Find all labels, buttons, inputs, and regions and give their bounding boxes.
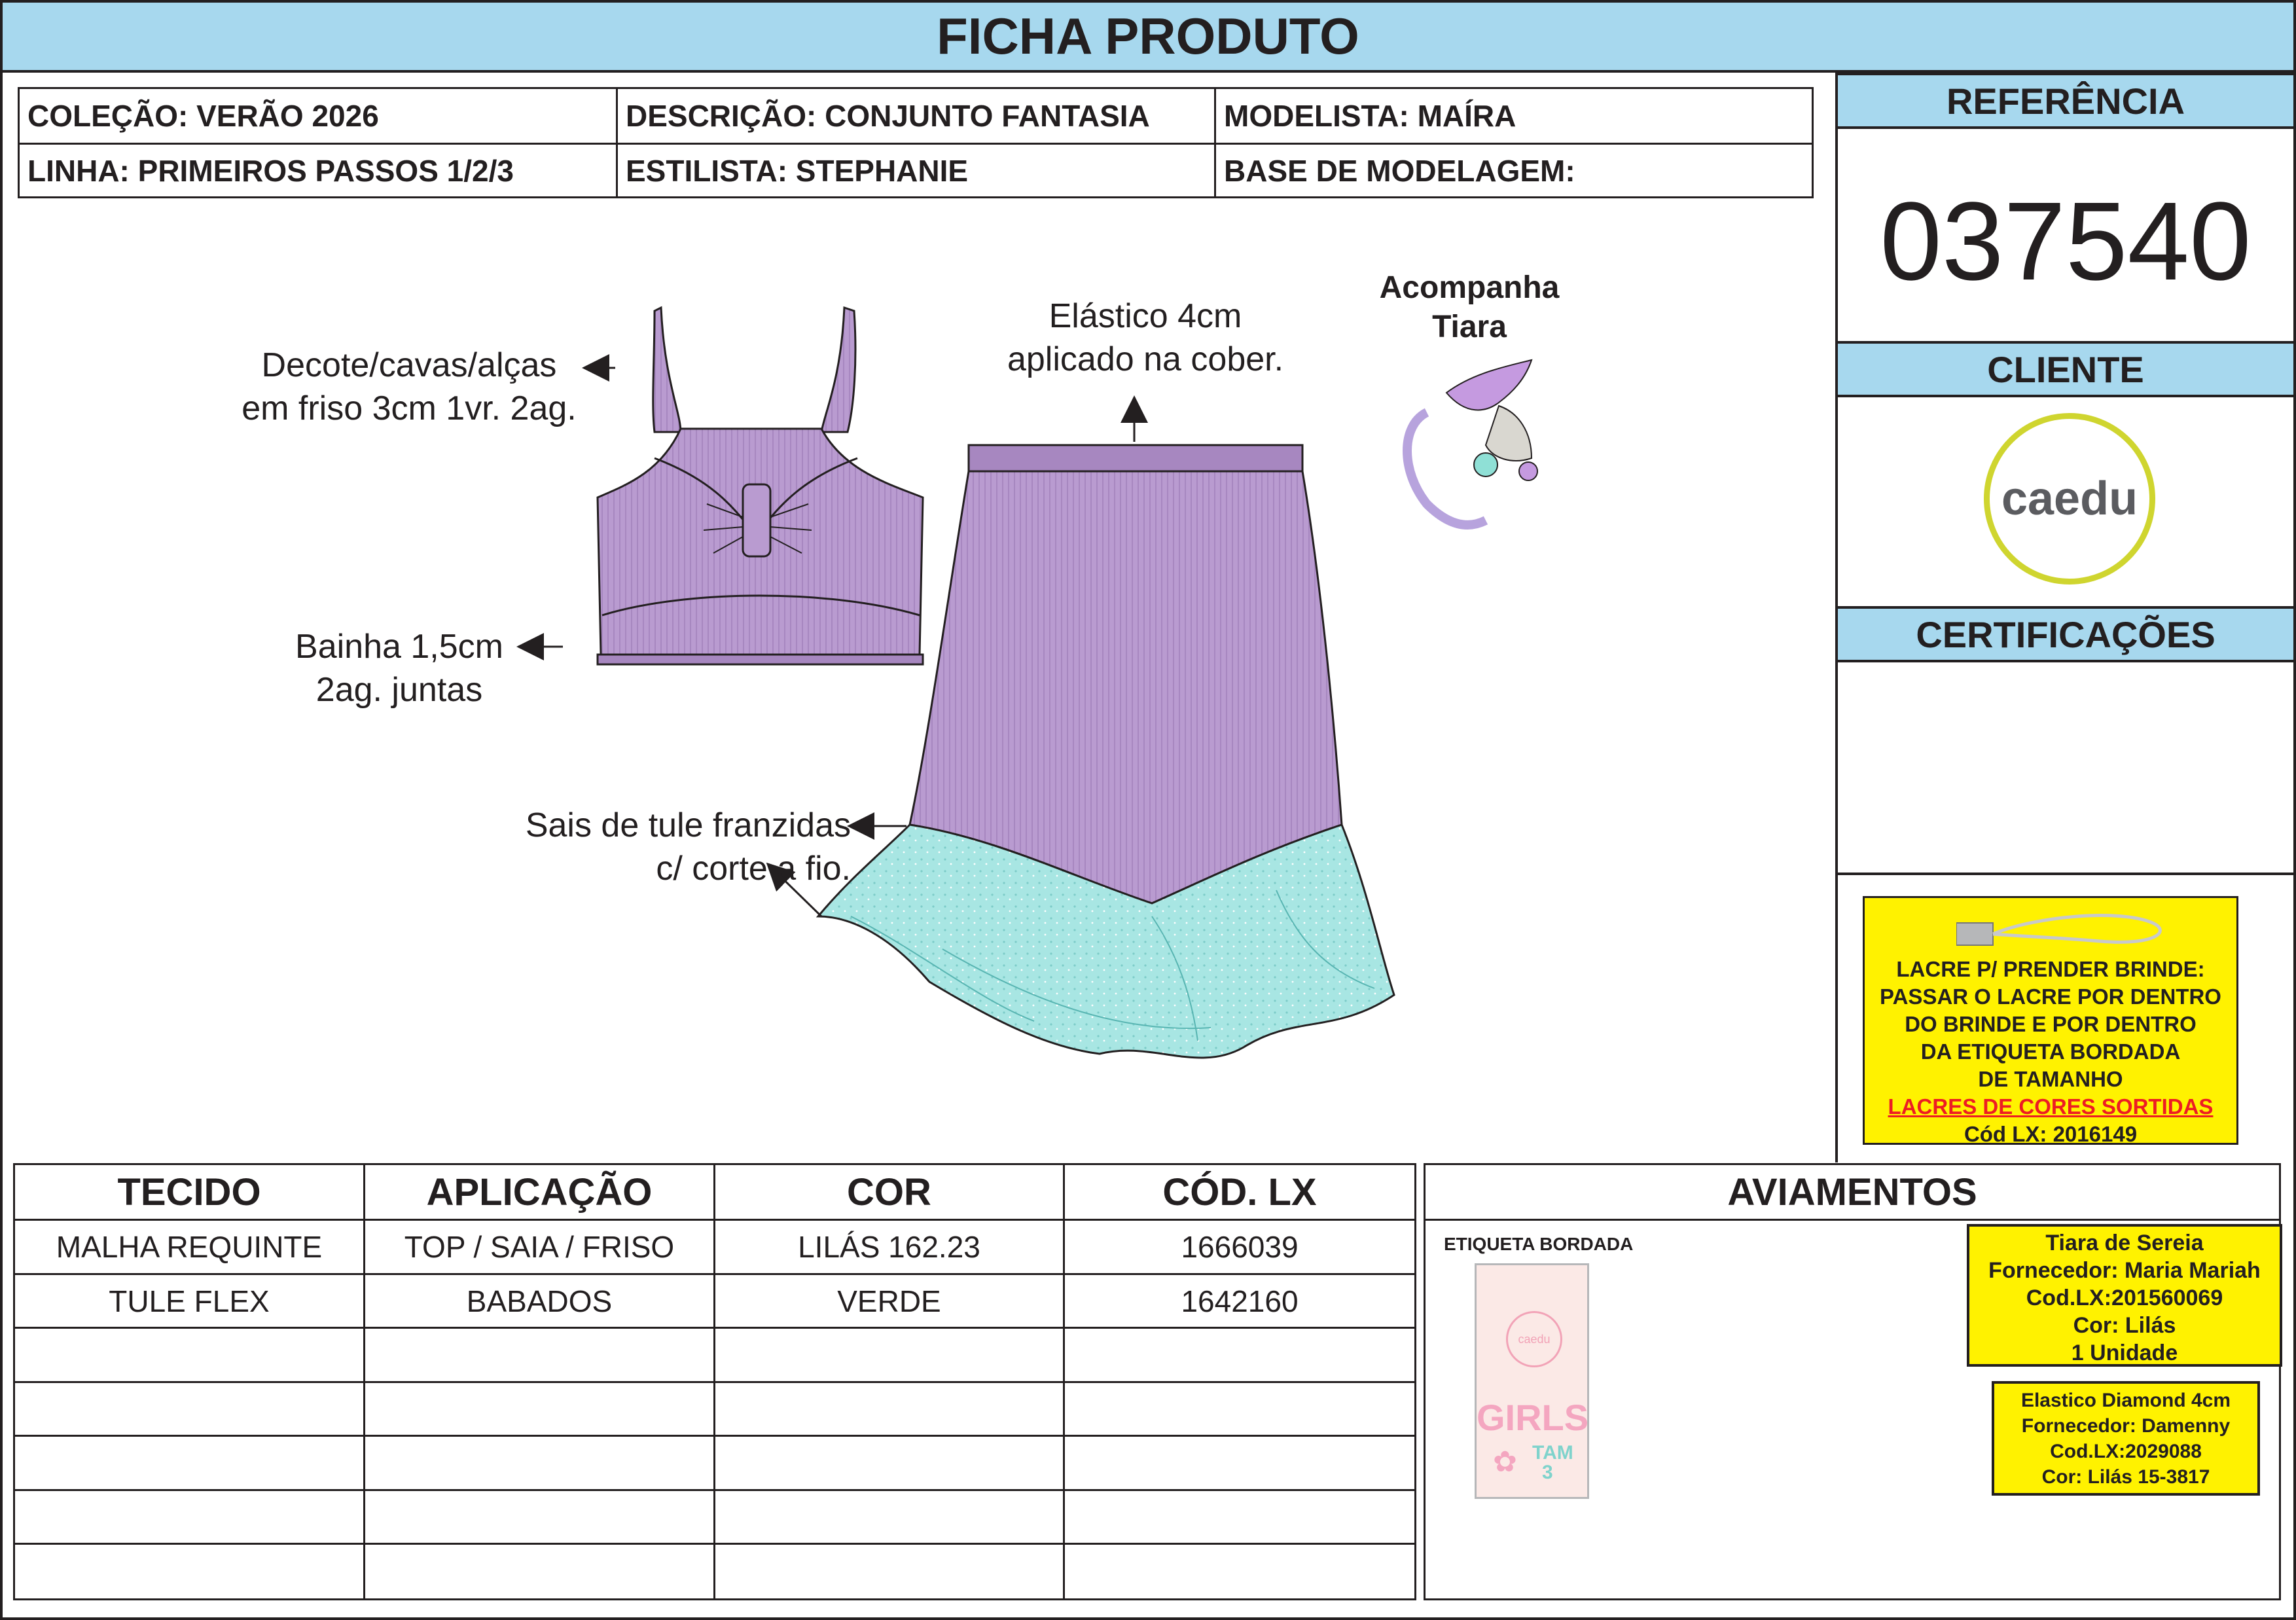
col-cor: COR — [847, 1170, 931, 1214]
label-size: 3 — [1542, 1462, 1553, 1483]
table-cell: TULE FLEX — [109, 1284, 270, 1318]
label-girls: GIRLS — [1477, 1397, 1589, 1438]
estilista-field: ESTILISTA: STEPHANIE — [626, 154, 969, 188]
butterfly-icon: ✿ — [1493, 1446, 1517, 1478]
table-cell: MALHA REQUINTE — [56, 1230, 323, 1264]
table-cell: 1666039 — [1181, 1230, 1299, 1264]
table-cell: 1642160 — [1181, 1284, 1299, 1318]
lacre-line-1: LACRE P/ PRENDER BRINDE: — [1896, 957, 2205, 981]
lacre-highlight: LACRES DE CORES SORTIDAS — [1888, 1094, 2214, 1119]
table-cell: VERDE — [837, 1284, 941, 1318]
colecao-field: COLEÇÃO: VERÃO 2026 — [27, 99, 379, 133]
bainha-note: Bainha 1,5cm 2ag. juntas — [295, 628, 503, 709]
client-logo: caedu — [1984, 413, 2155, 585]
lacre-line-2: PASSAR O LACRE POR DENTRO — [1880, 984, 2221, 1009]
decote-note: Decote/cavas/alças em friso 3cm 1vr. 2ag. — [242, 346, 577, 427]
tiara-supply-box: Tiara de Sereia Fornecedor: Maria Mariah… — [1967, 1224, 2282, 1367]
lacre-line-3: DO BRINDE E POR DENTRO — [1905, 1012, 2197, 1036]
table-cell: TOP / SAIA / FRISO — [404, 1230, 675, 1264]
materials-table: TECIDO APLICAÇÃO COR CÓD. LX MALHA REQUI… — [13, 1163, 1416, 1600]
lacre-instructions: LACRE P/ PRENDER BRINDE: PASSAR O LACRE … — [1863, 896, 2238, 1146]
descricao-field: DESCRIÇÃO: CONJUNTO FANTASIA — [626, 99, 1150, 133]
top-garment — [596, 306, 924, 666]
elastico-supply-box: Elastico Diamond 4cm Fornecedor: Damenny… — [1992, 1381, 2260, 1496]
lacre-tag-icon — [1956, 914, 2162, 946]
tiara-note: Acompanha Tiara — [1379, 270, 1560, 344]
label-tam: TAM — [1532, 1442, 1573, 1464]
etiqueta-label: ETIQUETA BORDADA — [1444, 1234, 1634, 1254]
side-column: REFERÊNCIA 037540 CLIENTE caedu CERTIFIC… — [1835, 73, 2293, 1162]
lacre-code: Cód LX: 2016149 — [1964, 1122, 2138, 1146]
tiara-illustration — [1403, 359, 1538, 530]
table-cell: BABADOS — [466, 1284, 613, 1318]
embroidered-label-image: caedu GIRLS TAM 3 ✿ — [1475, 1263, 1589, 1499]
certificacoes-header: CERTIFICAÇÕES — [1838, 606, 2293, 662]
reference-number: 037540 — [1880, 179, 2251, 304]
col-aplicacao: APLICAÇÃO — [426, 1170, 653, 1214]
lacre-line-4: DA ETIQUETA BORDADA — [1920, 1039, 2181, 1064]
aviamentos-title: AVIAMENTOS — [1727, 1170, 1977, 1214]
table-cell: LILÁS 162.23 — [798, 1230, 980, 1264]
modelista-field: MODELISTA: MAÍRA — [1224, 99, 1516, 133]
linha-field: LINHA: PRIMEIROS PASSOS 1/2/3 — [27, 154, 514, 188]
label-logo: caedu — [1506, 1311, 1562, 1367]
page-title: FICHA PRODUTO — [3, 3, 2293, 73]
col-cod-lx: CÓD. LX — [1162, 1170, 1317, 1214]
cliente-header: CLIENTE — [1838, 341, 2293, 397]
referencia-header: REFERÊNCIA — [1838, 73, 2293, 129]
sais-note: Sais de tule franzidas c/ corte a fio. — [525, 806, 851, 888]
base-modelagem-field: BASE DE MODELAGEM: — [1224, 154, 1575, 188]
col-tecido: TECIDO — [117, 1170, 261, 1214]
aviamentos-panel: AVIAMENTOS ETIQUETA BORDADA caedu GIRLS … — [1424, 1163, 2282, 1600]
info-table: COLEÇÃO: VERÃO 2026 DESCRIÇÃO: CONJUNTO … — [18, 87, 1814, 198]
elastico-note: Elástico 4cm aplicado na cober. — [1007, 297, 1284, 378]
lacre-line-5: DE TAMANHO — [1978, 1067, 2123, 1091]
